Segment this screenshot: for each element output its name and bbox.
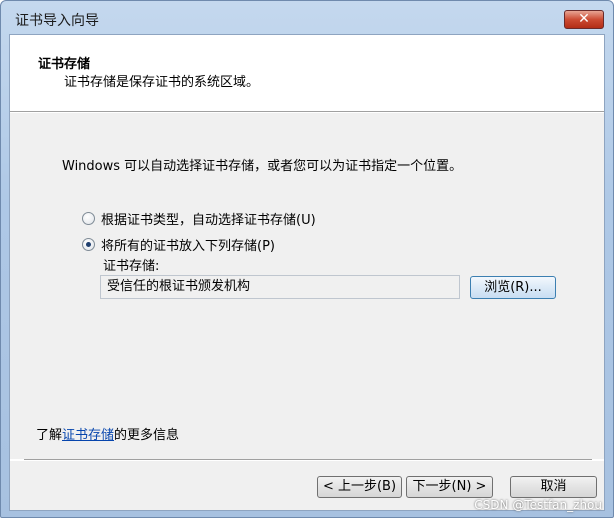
wizard-header: 证书存储 证书存储是保存证书的系统区域。: [10, 35, 604, 111]
store-label: 证书存储:: [103, 259, 160, 274]
intro-text: Windows 可以自动选择证书存储，或者您可以为证书指定一个位置。: [62, 159, 463, 174]
certificate-store-field[interactable]: 受信任的根证书颁发机构: [100, 275, 460, 299]
title-bar[interactable]: 证书导入向导 ✕: [1, 1, 613, 35]
radio-auto-select-label: 根据证书类型，自动选择证书存储(U): [101, 213, 316, 228]
browse-button[interactable]: 浏览(R)...: [470, 276, 556, 299]
wizard-client-area: 证书存储 证书存储是保存证书的系统区域。 Windows 可以自动选择证书存储，…: [9, 34, 605, 511]
wizard-body: Windows 可以自动选择证书存储，或者您可以为证书指定一个位置。 根据证书类…: [10, 113, 604, 459]
page-description: 证书存储是保存证书的系统区域。: [64, 75, 260, 90]
close-button[interactable]: ✕: [564, 10, 604, 29]
next-button[interactable]: 下一步(N) >: [406, 476, 493, 498]
radio-place-all[interactable]: 将所有的证书放入下列存储(P): [82, 235, 275, 254]
cancel-button[interactable]: 取消: [510, 476, 597, 498]
window-title: 证书导入向导: [15, 13, 99, 29]
dialog-window: 证书导入向导 ✕ 证书存储 证书存储是保存证书的系统区域。 Windows 可以…: [0, 0, 614, 518]
certificate-store-link[interactable]: 证书存储: [62, 428, 114, 443]
more-info-text: 了解证书存储的更多信息: [36, 424, 179, 443]
close-icon: ✕: [578, 11, 590, 27]
back-button[interactable]: < 上一步(B): [317, 476, 402, 498]
page-title: 证书存储: [38, 57, 91, 72]
more-info-suffix: 的更多信息: [114, 428, 180, 443]
watermark-text: CSDN @Testfan_zhou: [474, 498, 602, 512]
more-info-prefix: 了解: [36, 428, 63, 443]
radio-place-all-icon[interactable]: [82, 238, 95, 251]
radio-place-all-label: 将所有的证书放入下列存储(P): [101, 239, 275, 254]
radio-auto-select-icon[interactable]: [82, 212, 95, 225]
radio-auto-select[interactable]: 根据证书类型，自动选择证书存储(U): [82, 209, 316, 228]
